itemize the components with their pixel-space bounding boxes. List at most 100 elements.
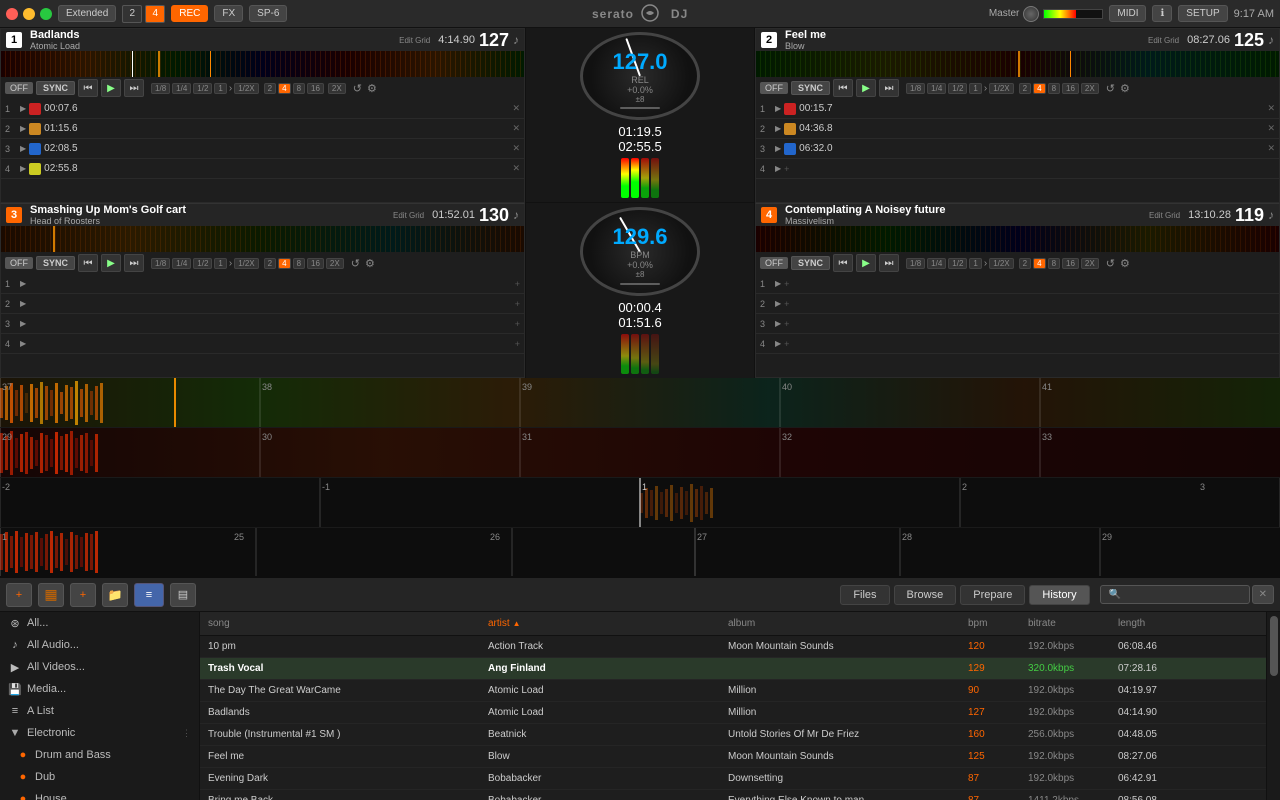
waveform-deck2[interactable]: 29 30 31 32 33 — [0, 428, 1280, 478]
d4-bg-1/8[interactable]: 1/8 — [906, 258, 925, 269]
d3-bg-1/2x[interactable]: 1/2X — [234, 258, 258, 269]
deck-2-off-btn[interactable]: OFF — [760, 82, 788, 94]
waveform-deck3[interactable]: -2 -1 1 2 3 — [0, 478, 1280, 528]
d3-bg-1/8[interactable]: 1/8 — [151, 258, 170, 269]
d4-bg-1/2[interactable]: 1/2 — [948, 258, 967, 269]
mini-view-btn[interactable]: ▤ — [170, 583, 196, 607]
d3-bg-4[interactable]: 4 — [278, 258, 290, 269]
cue-add-4-3[interactable]: + — [784, 319, 789, 329]
deck-1-prev-btn[interactable]: ⏮ — [78, 79, 98, 97]
close-window-btn[interactable] — [6, 8, 18, 20]
prepare-tab[interactable]: Prepare — [960, 585, 1025, 605]
d4-bg-1/2x[interactable]: 1/2X — [989, 258, 1013, 269]
d2-bg-1/4[interactable]: 1/4 — [927, 83, 946, 94]
deck-4-prev-btn[interactable]: ⏮ — [833, 254, 853, 272]
track-row-1[interactable]: Trash Vocal Ang Finland 129 320.0kbps 07… — [200, 658, 1266, 680]
d3-bg-2x[interactable]: 2X — [326, 258, 344, 269]
sidebar-item-videos[interactable]: ▶ All Videos... — [0, 656, 199, 678]
sidebar-item-audio[interactable]: ♪ All Audio... — [0, 634, 199, 656]
d3-bg-8[interactable]: 8 — [293, 258, 305, 269]
track-row-2[interactable]: The Day The Great WarCame Atomic Load Mi… — [200, 680, 1266, 702]
d1-settings-icon[interactable]: ⚙ — [367, 82, 377, 95]
deck-1-off-btn[interactable]: OFF — [5, 82, 33, 94]
deck-2-play-btn[interactable]: ▶ — [856, 79, 876, 97]
deck-2-next-btn[interactable]: ⏭ — [879, 79, 899, 97]
d2-bg-1[interactable]: 1 — [969, 83, 981, 94]
deck-num-4[interactable]: 4 — [145, 5, 165, 23]
d2-bg-1/2x[interactable]: 1/2X — [989, 83, 1013, 94]
setup-btn[interactable]: SETUP — [1178, 5, 1227, 22]
deck-4-play-btn[interactable]: ▶ — [856, 254, 876, 272]
sidebar-item-electronic[interactable]: ▼ Electronic ⋮ — [0, 722, 199, 744]
history-tab[interactable]: History — [1029, 585, 1089, 605]
add-folder-btn[interactable]: + — [70, 583, 96, 607]
deck-3-play-btn[interactable]: ▶ — [101, 254, 121, 272]
d1-bg-4[interactable]: 4 — [278, 83, 290, 94]
extended-mode-btn[interactable]: Extended — [58, 5, 116, 22]
info-btn[interactable]: ℹ — [1152, 5, 1172, 22]
d1-bg-1/2x[interactable]: 1/2X — [234, 83, 258, 94]
d4-bg-2[interactable]: 2 — [1019, 258, 1031, 269]
fx-btn[interactable]: FX — [214, 5, 243, 22]
track-row-6[interactable]: Evening Dark Bobabacker Downsetting 87 1… — [200, 768, 1266, 790]
deck-4-sync-btn[interactable]: SYNC — [791, 256, 830, 270]
scrollbar-thumb[interactable] — [1270, 616, 1278, 676]
d2-bg-8[interactable]: 8 — [1048, 83, 1060, 94]
d3-bg-2[interactable]: 2 — [264, 258, 276, 269]
minimize-window-btn[interactable] — [23, 8, 35, 20]
deck-1-play-btn[interactable]: ▶ — [101, 79, 121, 97]
track-row-4[interactable]: Trouble (Instrumental #1 SM ) Beatnick U… — [200, 724, 1266, 746]
deck-2-prev-btn[interactable]: ⏮ — [833, 79, 853, 97]
deck-1-edit-grid[interactable]: Edit Grid — [399, 36, 430, 45]
electronic-handle[interactable]: ⋮ — [182, 728, 191, 739]
track-row-3[interactable]: Badlands Atomic Load Million 127 192.0kb… — [200, 702, 1266, 724]
d3-settings-icon[interactable]: ⚙ — [365, 257, 375, 270]
sidebar-item-all[interactable]: ⊛ All... — [0, 612, 199, 634]
files-tab[interactable]: Files — [840, 585, 889, 605]
waveform-deck4[interactable]: 1 25 26 27 28 29 — [0, 528, 1280, 576]
d3-bg-1[interactable]: 1 — [214, 258, 226, 269]
d1-bg-1[interactable]: 1 — [214, 83, 226, 94]
deck-4-off-btn[interactable]: OFF — [760, 257, 788, 269]
sidebar-item-media[interactable]: 💾 Media... — [0, 678, 199, 700]
cue-delete-1-2[interactable]: ✕ — [512, 123, 520, 134]
d1-bg-1/2[interactable]: 1/2 — [193, 83, 212, 94]
sidebar-item-house[interactable]: ● House — [0, 788, 199, 800]
cue-delete-2-3[interactable]: ✕ — [1267, 143, 1275, 154]
d2-bg-2[interactable]: 2 — [1019, 83, 1031, 94]
sp6-btn[interactable]: SP-6 — [249, 5, 287, 22]
rec-btn[interactable]: REC — [171, 5, 208, 22]
d4-bg-8[interactable]: 8 — [1048, 258, 1060, 269]
cue-add-3-3[interactable]: + — [515, 319, 520, 329]
deck-2-sync-btn[interactable]: SYNC — [791, 81, 830, 95]
col-header-song[interactable]: song — [204, 618, 484, 629]
cue-add-3-1[interactable]: + — [515, 279, 520, 289]
col-header-bpm[interactable]: bpm — [964, 618, 1024, 629]
track-list-scrollbar[interactable] — [1266, 612, 1280, 800]
d3-bg-1/2[interactable]: 1/2 — [193, 258, 212, 269]
col-header-bitrate[interactable]: bitrate — [1024, 618, 1114, 629]
d2-bg-4[interactable]: 4 — [1033, 83, 1045, 94]
d4-bg-4[interactable]: 4 — [1033, 258, 1045, 269]
d1-bg-2x[interactable]: 2X — [328, 83, 346, 94]
d1-bg-1/4[interactable]: 1/4 — [172, 83, 191, 94]
sidebar-item-alist[interactable]: ≡ A List — [0, 700, 199, 722]
deck-3-off-btn[interactable]: OFF — [5, 257, 33, 269]
track-row-7[interactable]: Bring me Back Bobabacker Everything Else… — [200, 790, 1266, 800]
d3-bg-1/4[interactable]: 1/4 — [172, 258, 191, 269]
search-input[interactable] — [1100, 585, 1250, 604]
maximize-window-btn[interactable] — [40, 8, 52, 20]
crate-icon-btn[interactable]: ▦ — [38, 583, 64, 607]
deck-3-prev-btn[interactable]: ⏮ — [78, 254, 98, 272]
deck-3-next-btn[interactable]: ⏭ — [124, 254, 144, 272]
deck-3-sync-btn[interactable]: SYNC — [36, 256, 75, 270]
d4-settings-icon[interactable]: ⚙ — [1120, 257, 1130, 270]
deck-num-2[interactable]: 2 — [122, 5, 142, 23]
d1-bg-2[interactable]: 2 — [264, 83, 276, 94]
cue-delete-1-4[interactable]: ✕ — [512, 163, 520, 174]
d2-settings-icon[interactable]: ⚙ — [1120, 82, 1130, 95]
d2-bg-1/2[interactable]: 1/2 — [948, 83, 967, 94]
deck-3-edit-grid[interactable]: Edit Grid — [393, 211, 424, 220]
cue-add-4-4[interactable]: + — [784, 339, 789, 349]
col-header-artist[interactable]: artist ▲ — [484, 618, 724, 629]
